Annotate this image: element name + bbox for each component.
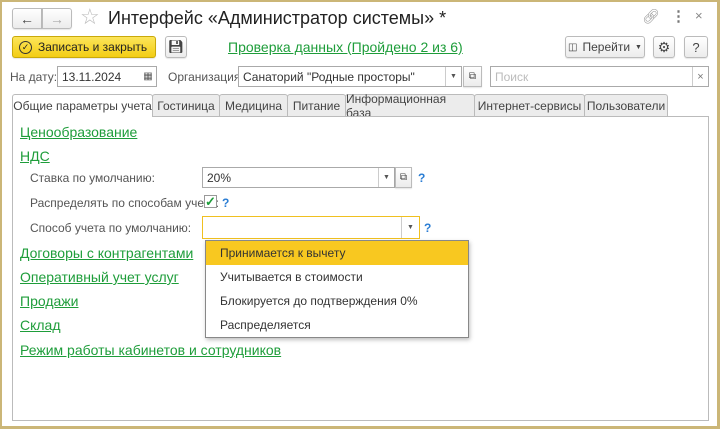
arrow-left-icon: ← bbox=[20, 10, 34, 27]
tab-users[interactable]: Пользователи bbox=[584, 94, 668, 116]
save-close-button[interactable]: ✓ Записать и закрыть bbox=[12, 36, 156, 58]
method-label: Способ учета по умолчанию: bbox=[30, 221, 192, 235]
arrow-right-icon: → bbox=[50, 10, 64, 27]
data-check-link[interactable]: Проверка данных (Пройдено 2 из 6) bbox=[228, 39, 463, 55]
date-value: 13.11.2024 bbox=[62, 69, 122, 84]
chevron-down-icon[interactable]: ▼ bbox=[401, 217, 419, 238]
tab-internet[interactable]: Интернет-сервисы bbox=[474, 94, 585, 116]
distribute-label: Распределять по способам учета: bbox=[30, 196, 219, 210]
calendar-icon[interactable]: ▦ bbox=[140, 67, 156, 86]
back-button[interactable]: ← bbox=[12, 8, 42, 29]
rate-label: Ставка по умолчанию: bbox=[30, 171, 155, 185]
window-title: Интерфейс «Администратор системы» * bbox=[108, 8, 447, 28]
chevron-down-icon: ▼ bbox=[635, 43, 642, 51]
clear-icon[interactable]: × bbox=[692, 67, 708, 86]
dropdown-option[interactable]: Принимается к вычету bbox=[206, 241, 468, 265]
goto-button[interactable]: ◫ Перейти ▼ bbox=[565, 36, 645, 58]
rate-input[interactable]: 20% ▼ bbox=[202, 167, 395, 188]
floppy-icon: 💾︎ bbox=[167, 39, 185, 54]
more-icon[interactable]: ⋮ bbox=[671, 7, 686, 25]
save-close-label: Записать и закрыть bbox=[38, 40, 148, 54]
dropdown-option[interactable]: Блокируется до подтверждения 0% bbox=[206, 289, 468, 313]
method-dropdown-list: Принимается к вычету Учитывается в стоим… bbox=[205, 240, 469, 338]
help-label: ? bbox=[692, 39, 700, 55]
goto-label: Перейти bbox=[582, 40, 631, 54]
settings-button[interactable]: ⚙ bbox=[653, 36, 675, 58]
rate-open-button[interactable]: ⧉ bbox=[395, 167, 412, 188]
tab-medicine[interactable]: Медицина bbox=[219, 94, 288, 116]
search-placeholder: Поиск bbox=[495, 69, 529, 84]
dropdown-option[interactable]: Учитывается в стоимости bbox=[206, 265, 468, 289]
chevron-down-icon[interactable]: ▼ bbox=[445, 67, 461, 86]
open-icon: ⧉ bbox=[399, 172, 408, 183]
section-pricing[interactable]: Ценообразование bbox=[20, 124, 137, 140]
section-sales[interactable]: Продажи bbox=[20, 293, 78, 309]
tab-food[interactable]: Питание bbox=[287, 94, 346, 116]
org-open-button[interactable]: ⧉ bbox=[463, 66, 482, 87]
rate-value: 20% bbox=[207, 170, 232, 185]
link-icon[interactable]: 🔗︎ bbox=[642, 8, 660, 25]
method-input[interactable]: ▼ bbox=[202, 216, 420, 239]
tab-hotel[interactable]: Гостиница bbox=[152, 94, 220, 116]
rate-help[interactable]: ? bbox=[418, 171, 425, 185]
date-input[interactable]: 13.11.2024 ▦ bbox=[57, 66, 157, 87]
section-ops[interactable]: Оперативный учет услуг bbox=[20, 269, 179, 285]
tab-infobase[interactable]: Информационная база bbox=[345, 92, 475, 120]
forward-button[interactable]: → bbox=[42, 8, 72, 29]
method-help[interactable]: ? bbox=[424, 221, 431, 235]
close-icon[interactable]: × bbox=[695, 8, 703, 23]
section-warehouse[interactable]: Склад bbox=[20, 317, 61, 333]
org-label: Организация: bbox=[168, 70, 244, 84]
save-button[interactable]: 💾︎ bbox=[165, 36, 187, 58]
distribute-help[interactable]: ? bbox=[222, 196, 229, 210]
help-button[interactable]: ? bbox=[684, 36, 708, 58]
panels-icon: ◫ bbox=[568, 41, 578, 53]
section-contracts[interactable]: Договоры с контрагентами bbox=[20, 245, 193, 261]
star-icon[interactable]: ☆ bbox=[80, 4, 100, 30]
gear-icon: ⚙ bbox=[657, 38, 671, 55]
org-value: Санаторий "Родные просторы" bbox=[243, 69, 415, 84]
section-schedule[interactable]: Режим работы кабинетов и сотрудников bbox=[20, 342, 281, 358]
org-input[interactable]: Санаторий "Родные просторы" ▼ bbox=[238, 66, 462, 87]
tab-general[interactable]: Общие параметры учета bbox=[12, 94, 153, 117]
dropdown-option[interactable]: Распределяется bbox=[206, 313, 468, 337]
open-icon: ⧉ bbox=[468, 71, 477, 82]
chevron-down-icon[interactable]: ▼ bbox=[378, 168, 394, 187]
distribute-checkbox[interactable]: ✓ bbox=[204, 195, 217, 208]
check-circle-icon: ✓ bbox=[19, 40, 32, 54]
section-vat[interactable]: НДС bbox=[20, 148, 50, 164]
search-input[interactable]: Поиск × bbox=[490, 66, 709, 87]
date-label: На дату: bbox=[10, 70, 58, 84]
